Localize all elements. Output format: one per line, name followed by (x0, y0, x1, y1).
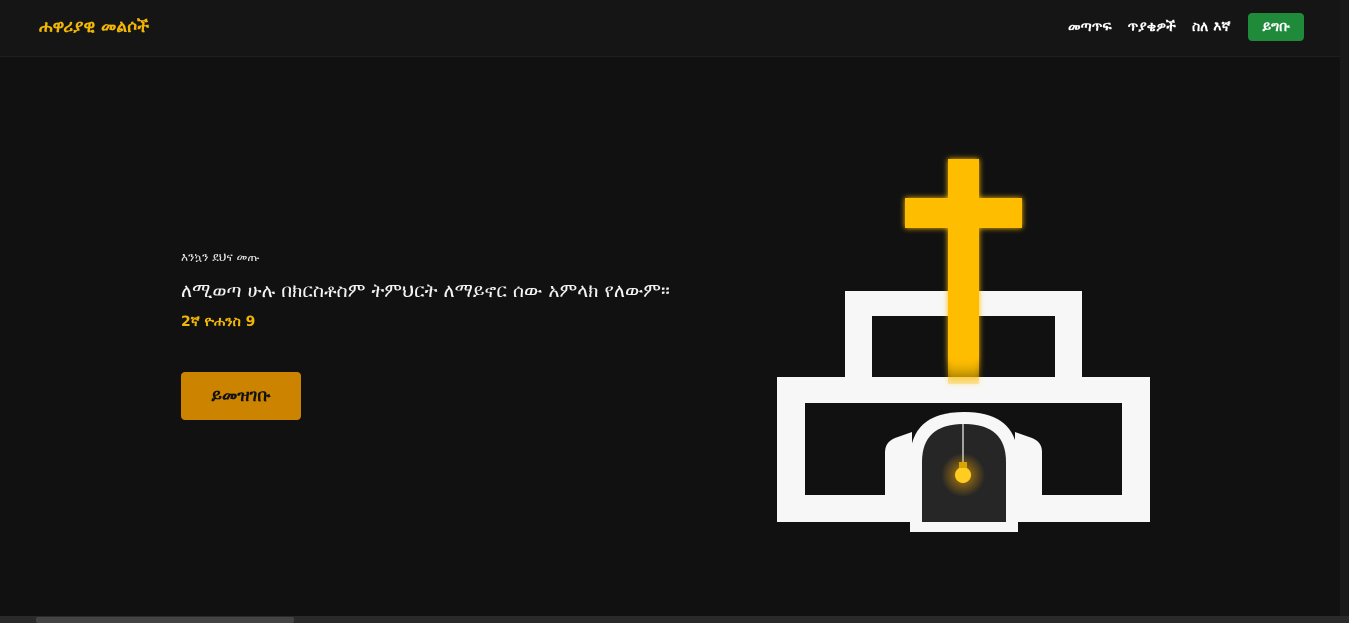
taskbar-item (36, 617, 294, 623)
navbar: ሐዋሪያዊ መልሶች መጣጥፍ ጥያቄዎች ስለ እኛ ይግቡ (0, 0, 1340, 57)
hero-verse: ለሚወጣ ሁሉ በክርስቶስም ትምህርት ለማይኖር ሰው አምላክ የለውም… (181, 280, 670, 302)
site-brand[interactable]: ሐዋሪያዊ መልሶች (39, 17, 149, 37)
hero-text: እንኳን ደህና መጡ ለሚወጣ ሁሉ በክርስቶስም ትምህርት ለማይኖር … (181, 250, 670, 330)
scrollbar[interactable] (1340, 0, 1349, 616)
nav-link-about[interactable]: ስለ እኛ (1192, 19, 1231, 35)
hero-greeting: እንኳን ደህና መጡ (181, 250, 260, 264)
register-button[interactable]: ይመዝገቡ (181, 372, 301, 420)
nav-link-articles[interactable]: መጣጥፍ (1068, 19, 1112, 35)
verse-reference: 2ኛ ዮሐንስ 9 (181, 314, 256, 330)
nav-link-questions[interactable]: ጥያቄዎች (1128, 19, 1176, 35)
login-button[interactable]: ይግቡ (1248, 13, 1304, 41)
nav-links: መጣጥፍ ጥያቄዎች ስለ እኛ ይግቡ (1068, 13, 1304, 41)
church-with-cross-icon (770, 150, 1160, 539)
taskbar (0, 616, 1349, 623)
